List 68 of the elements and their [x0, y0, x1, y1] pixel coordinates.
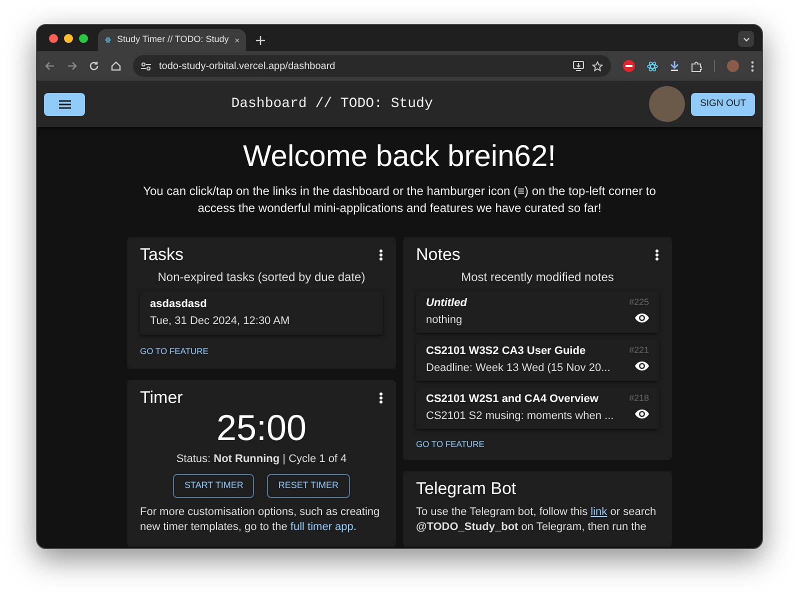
address-bar[interactable]: todo-study-orbital.vercel.app/dashboard	[133, 55, 611, 77]
url-text: todo-study-orbital.vercel.app/dashboard	[159, 60, 336, 74]
note-item[interactable]: CS2101 W2S1 and CA4 Overview CS2101 S2 musing: moments when ... #218	[416, 387, 659, 429]
download-arrow-icon[interactable]	[670, 61, 679, 71]
note-title: CS2101 W2S1 and CA4 Overview	[426, 392, 600, 407]
start-timer-button[interactable]: START TIMER	[173, 474, 254, 498]
note-title: Untitled	[426, 296, 468, 311]
back-arrow-icon[interactable]	[45, 61, 55, 71]
more-vertical-icon[interactable]	[379, 392, 383, 404]
note-preview: nothing	[426, 313, 464, 328]
welcome-heading: Welcome back brein62!	[243, 139, 556, 175]
note-preview: Deadline: Week 13 Wed (15 Nov 20...	[426, 361, 612, 376]
page-title: Dashboard // TODO: Study	[231, 94, 433, 114]
full-timer-app-link[interactable]: full timer app	[290, 521, 354, 533]
new-tab-icon[interactable]	[256, 36, 265, 45]
atom-icon[interactable]	[647, 60, 658, 72]
timer-status: Status: Not Running | Cycle 1 of 4	[175, 452, 348, 466]
star-icon[interactable]	[592, 60, 603, 72]
eye-icon[interactable]	[635, 408, 649, 418]
more-vertical-icon[interactable]	[655, 249, 659, 261]
forward-arrow-icon[interactable]	[67, 61, 77, 71]
card-title: Telegram Bot	[416, 479, 518, 499]
install-app-icon[interactable]	[573, 61, 584, 71]
task-due-date: Tue, 31 Dec 2024, 12:30 AM	[150, 314, 291, 329]
stop-sign-icon[interactable]	[623, 60, 635, 72]
card-subtitle: Non-expired tasks (sorted by due date)	[156, 269, 366, 285]
note-item[interactable]: Untitled nothing #225	[416, 291, 659, 333]
card-title: Tasks	[140, 245, 184, 265]
reset-timer-button[interactable]: RESET TIMER	[267, 474, 350, 498]
more-vertical-icon[interactable]	[751, 60, 754, 72]
close-window-icon[interactable]	[49, 34, 58, 42]
more-vertical-icon[interactable]	[379, 249, 383, 261]
note-number: #218	[628, 392, 649, 405]
sign-out-button[interactable]: SIGN OUT	[691, 92, 755, 116]
card-title: Notes	[416, 245, 460, 265]
tab-search-button[interactable]	[738, 31, 754, 47]
close-icon[interactable]	[234, 36, 239, 44]
chevron-down-icon	[742, 36, 750, 42]
site-settings-icon[interactable]	[141, 62, 151, 70]
home-icon[interactable]	[111, 61, 121, 71]
note-preview: CS2101 S2 musing: moments when ...	[426, 409, 615, 424]
card-subtitle: Most recently modified notes	[460, 269, 615, 285]
minimize-window-icon[interactable]	[64, 34, 73, 42]
task-item[interactable]: asdasdasd Tue, 31 Dec 2024, 12:30 AM	[140, 291, 383, 335]
intro-text: You can click/tap on the links in the dashboard or the hamburger icon (≡) on the top-left corner to access the wonderful mini-applications and features we have curated so far!	[142, 183, 657, 217]
note-number: #221	[628, 344, 649, 357]
note-title: CS2101 W3S2 CA3 User Guide	[426, 344, 587, 359]
timer-display: 25:00	[215, 408, 308, 448]
reload-icon[interactable]	[89, 61, 99, 71]
go-to-feature-link[interactable]: GO TO FEATURE	[140, 345, 383, 357]
maximize-window-icon[interactable]	[79, 34, 88, 42]
eye-icon[interactable]	[635, 360, 649, 370]
go-to-feature-link[interactable]: GO TO FEATURE	[416, 438, 659, 450]
note-number: #225	[628, 296, 649, 309]
task-name: asdasdasd	[150, 297, 208, 312]
timer-note: For more customisation options, such as creating new timer templates, go to the full timer app.	[140, 505, 381, 535]
tab-title: Study Timer // TODO: Study	[117, 33, 229, 46]
avatar-photo-placeholder	[649, 86, 686, 122]
menu-icon	[58, 100, 70, 108]
menu-button[interactable]	[44, 92, 85, 116]
atom-icon	[105, 35, 112, 45]
browser-tab[interactable]: Study Timer // TODO: Study	[98, 29, 246, 51]
telegram-link[interactable]: link	[590, 506, 608, 518]
puzzle-piece-icon[interactable]	[691, 60, 702, 72]
telegram-instructions: To use the Telegram bot, follow this link or search @TODO_Study_bot on Telegram, then run the	[416, 505, 658, 535]
note-item[interactable]: CS2101 W3S2 CA3 User Guide Deadline: Week 13 Wed (15 Nov 20... #221	[416, 339, 659, 381]
eye-icon[interactable]	[635, 312, 649, 322]
card-title: Timer	[140, 388, 183, 408]
